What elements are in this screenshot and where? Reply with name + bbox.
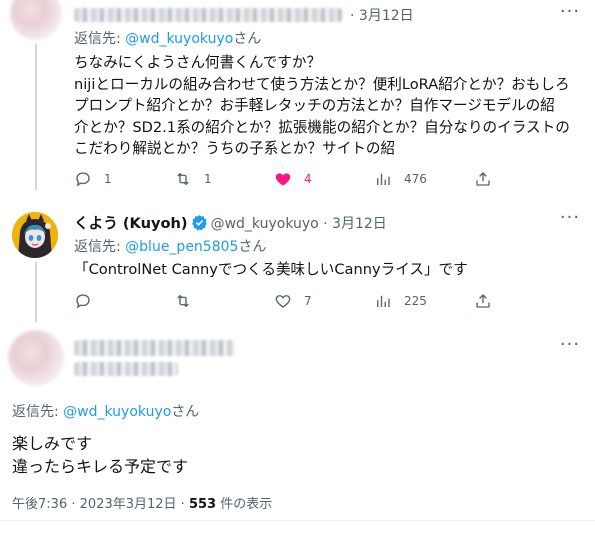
tweet-text-line: こだわり解説とか？うちの子系とか？サイトの紹 <box>74 140 396 157</box>
share-icon <box>476 172 490 186</box>
reply-to: 返信先: @wd_kuyokuyoさん <box>12 401 199 421</box>
reply-label: 返信先: <box>74 31 121 47</box>
retweet-icon <box>177 294 189 308</box>
avatar-blurred[interactable] <box>10 0 62 40</box>
share-button[interactable] <box>474 170 492 188</box>
dot-separator: · <box>71 497 76 512</box>
reply-button[interactable] <box>74 292 174 310</box>
author-name[interactable]: くよう (Kuyoh) <box>74 215 188 232</box>
views-chart-icon <box>377 295 390 307</box>
author-handle[interactable]: @wd_kuyokuyo <box>211 216 319 232</box>
views-chart-icon <box>377 173 390 185</box>
reply-to: 返信先: @wd_kuyokuyoさん <box>74 28 261 48</box>
tweet-text: 楽しみです 違ったらキレる予定です <box>12 432 572 478</box>
heart-outline-icon <box>275 295 291 308</box>
reply-label: 返信先: <box>74 239 121 255</box>
more-options-button[interactable]: ··· <box>559 336 581 360</box>
reply-to: 返信先: @blue_pen5805さん <box>74 236 266 256</box>
like-button[interactable]: 4 <box>274 170 374 188</box>
reply-mention-link[interactable]: @blue_pen5805 <box>125 239 238 255</box>
tweet-date[interactable]: 3月12日 <box>332 216 387 232</box>
views-count: 225 <box>404 294 427 308</box>
avatar-blurred[interactable] <box>8 330 64 386</box>
tweet-actions: 1 1 4 476 <box>74 170 504 188</box>
heart-filled-icon <box>275 173 291 186</box>
tweet-text-line: 介とか？SD2.1系の紹介とか？拡張機能の紹介とか？自分なりのイラストの <box>74 118 570 136</box>
tweet-timestamp: 午後7:36 · 2023年3月12日 · 553 件の表示 <box>12 493 272 512</box>
dot-separator: · <box>180 497 185 512</box>
tweet-actions: 7 225 <box>74 292 504 310</box>
thread-line <box>35 262 37 322</box>
tweet-text: ちなみにくようさん何書くんですか？ nijiとローカルの組み合わせて使う方法とか… <box>74 52 579 160</box>
tweet-text-line: プロンプト紹介とか？お手軽レタッチの方法とか？自作マージモデルの紹 <box>74 97 555 114</box>
reply-label: 返信先: <box>12 404 59 420</box>
share-button[interactable] <box>474 292 492 310</box>
more-options-button[interactable]: ··· <box>559 3 581 27</box>
divider <box>0 520 595 521</box>
author-handle-blurred[interactable] <box>74 362 178 376</box>
retweet-button[interactable] <box>174 292 274 310</box>
more-options-button[interactable]: ··· <box>559 209 581 233</box>
tweet-text-line: nijiとローカルの組み合わせて使う方法とか？便利LoRA紹介とか？おもしろ <box>74 75 570 93</box>
dot-separator: · <box>323 216 328 232</box>
tweet-full-date[interactable]: 2023年3月12日 <box>80 497 177 512</box>
reply-mention-link[interactable]: @wd_kuyokuyo <box>125 31 233 47</box>
author-name-blurred[interactable] <box>74 8 342 22</box>
views-label: 件の表示 <box>220 497 273 512</box>
tweet-text-line: 楽しみです <box>12 434 93 453</box>
views-button[interactable]: 225 <box>374 292 474 310</box>
reply-suffix: さん <box>238 239 267 255</box>
tweet-time[interactable]: 午後7:36 <box>12 497 67 512</box>
reply-button[interactable]: 1 <box>74 170 174 188</box>
tweet-text-line: 「ControlNet Cannyでつくる美味しいCannyライス」です <box>74 261 468 278</box>
reply-mention-link[interactable]: @wd_kuyokuyo <box>63 404 171 420</box>
avatar-kuyoh[interactable] <box>12 212 58 258</box>
author-name-blurred[interactable] <box>74 340 234 356</box>
tweet-text-line: 違ったらキレる予定です <box>12 457 189 476</box>
like-button[interactable]: 7 <box>274 292 374 310</box>
reply-suffix: さん <box>171 404 200 420</box>
reply-suffix: さん <box>233 31 262 47</box>
verified-badge-icon <box>191 214 208 235</box>
tweet-date[interactable]: · 3月12日 <box>350 5 414 25</box>
views-total: 553 <box>188 497 217 512</box>
retweet-count: 1 <box>204 172 212 186</box>
retweet-icon <box>177 172 189 186</box>
reply-count: 1 <box>104 172 112 186</box>
avatar-image <box>12 212 58 258</box>
tweet-header: くよう (Kuyoh) @wd_kuyokuyo · 3月12日 <box>74 212 387 235</box>
tweet-text-line: ちなみにくようさん何書くんですか？ <box>74 54 322 71</box>
views-count: 476 <box>404 172 427 186</box>
thread-line <box>35 44 37 190</box>
share-icon <box>476 294 490 308</box>
like-count: 4 <box>304 172 312 186</box>
like-count: 7 <box>304 294 312 308</box>
retweet-button[interactable]: 1 <box>174 170 274 188</box>
tweet-text: 「ControlNet Cannyでつくる美味しいCannyライス」です <box>74 259 579 281</box>
views-button[interactable]: 476 <box>374 170 474 188</box>
reply-icon <box>76 294 90 309</box>
reply-icon <box>76 172 90 187</box>
